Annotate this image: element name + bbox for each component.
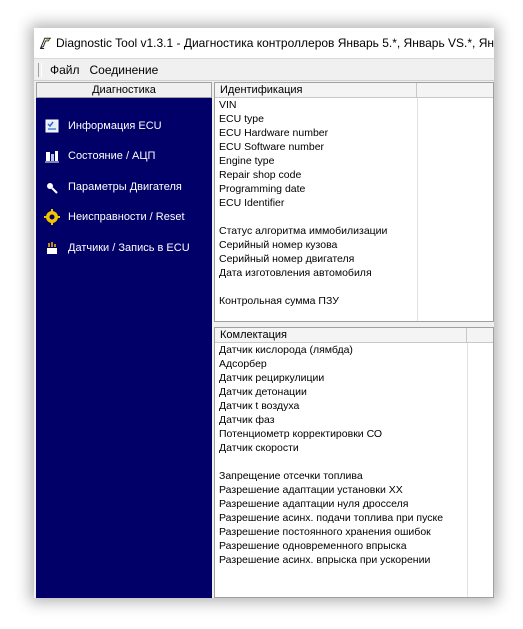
window-title: Diagnostic Tool v1.3.1 - Диагностика кон…: [56, 36, 494, 50]
value-column-header[interactable]: [417, 83, 493, 98]
list-item[interactable]: VIN: [215, 98, 493, 112]
nav-label: Неисправности / Reset: [68, 211, 185, 223]
sensor-write-icon: [47, 242, 57, 254]
equipment-value-column-header[interactable]: [467, 328, 493, 343]
list-item[interactable]: Запрещение отсечки топлива: [215, 469, 493, 483]
list-item[interactable]: Статус алгоритма иммобилизации: [215, 224, 493, 238]
list-item[interactable]: Repair shop code: [215, 168, 493, 182]
list-item[interactable]: Разрешение одновременного впрыска: [215, 539, 493, 553]
list-item[interactable]: Разрешение асинх. подачи топлива при пус…: [215, 511, 493, 525]
list-item[interactable]: Адсорбер: [215, 357, 493, 371]
list-item[interactable]: Датчик детонации: [215, 385, 493, 399]
list-item[interactable]: Разрешение асинх. впрыска при ускорении: [215, 553, 493, 567]
list-item[interactable]: Programming date: [215, 182, 493, 196]
equipment-list: Датчик кислорода (лямбда) Адсорбер Датчи…: [215, 343, 493, 567]
nav-item-sensors-write[interactable]: Датчики / Запись в ECU: [36, 238, 190, 258]
identification-list: VIN ECU type ECU Hardware number ECU Sof…: [215, 98, 493, 308]
list-item[interactable]: ECU Software number: [215, 140, 493, 154]
nav-label: Датчики / Запись в ECU: [68, 242, 190, 254]
list-item[interactable]: Разрешение адаптации установки ХХ: [215, 483, 493, 497]
list-item[interactable]: Engine type: [215, 154, 493, 168]
nav-label: Параметры Двигателя: [68, 181, 182, 193]
list-item[interactable]: Датчик скорости: [215, 441, 493, 455]
list-item[interactable]: Разрешение постоянного хранения ошибок: [215, 525, 493, 539]
list-item[interactable]: [215, 455, 493, 469]
list-item[interactable]: Потенциометр корректировки СО: [215, 427, 493, 441]
nav-item-faults-reset[interactable]: Неисправности / Reset: [36, 207, 185, 227]
list-item[interactable]: Дата изготовления автомобиля: [215, 266, 493, 280]
nav-label: Состояние / АЦП: [68, 150, 156, 162]
menu-grip: [38, 62, 42, 77]
equipment-column-header[interactable]: Комлектация: [215, 328, 467, 343]
menu-bar: Файл Соединение: [34, 58, 494, 81]
nav-item-ecu-info[interactable]: Информация ECU: [36, 116, 162, 136]
list-item[interactable]: Датчик рециркулиции: [215, 371, 493, 385]
equipment-panel[interactable]: Комлектация Датчик кислорода (лямбда) Ад…: [214, 327, 494, 598]
info-checklist-icon: [45, 119, 59, 133]
list-item[interactable]: ECU type: [215, 112, 493, 126]
warning-gear-icon: [44, 209, 60, 225]
list-item[interactable]: ECU Hardware number: [215, 126, 493, 140]
list-item[interactable]: [215, 210, 493, 224]
nav-label: Информация ECU: [68, 120, 162, 132]
menu-connection[interactable]: Соединение: [86, 63, 165, 77]
sidebar-header: Диагностика: [36, 82, 212, 98]
list-item[interactable]: Контрольная сумма ПЗУ: [215, 294, 493, 308]
sidebar: Диагностика Информация ECU Состояние / А…: [36, 82, 212, 598]
identification-panel[interactable]: Идентификация VIN ECU type ECU Hardware …: [214, 82, 494, 322]
app-window: Diagnostic Tool v1.3.1 - Диагностика кон…: [34, 28, 494, 598]
list-item[interactable]: Датчик фаз: [215, 413, 493, 427]
list-item[interactable]: Датчик t воздуха: [215, 399, 493, 413]
list-item[interactable]: Разрешение адаптации нуля дросселя: [215, 497, 493, 511]
nav-item-engine-params[interactable]: Параметры Двигателя: [36, 177, 182, 197]
menu-file[interactable]: Файл: [46, 63, 86, 77]
list-item[interactable]: Серийный номер двигателя: [215, 252, 493, 266]
identification-column-header[interactable]: Идентификация: [215, 83, 417, 98]
list-item[interactable]: Датчик кислорода (лямбда): [215, 343, 493, 357]
app-logo-icon: [39, 37, 52, 49]
list-item[interactable]: ECU Identifier: [215, 196, 493, 210]
list-item[interactable]: Серийный номер кузова: [215, 238, 493, 252]
title-bar[interactable]: Diagnostic Tool v1.3.1 - Диагностика кон…: [34, 28, 494, 58]
nav-item-state-adc[interactable]: Состояние / АЦП: [36, 146, 155, 166]
list-item[interactable]: [215, 280, 493, 294]
gauge-icon: [45, 151, 59, 163]
engine-spark-icon: [47, 183, 58, 194]
